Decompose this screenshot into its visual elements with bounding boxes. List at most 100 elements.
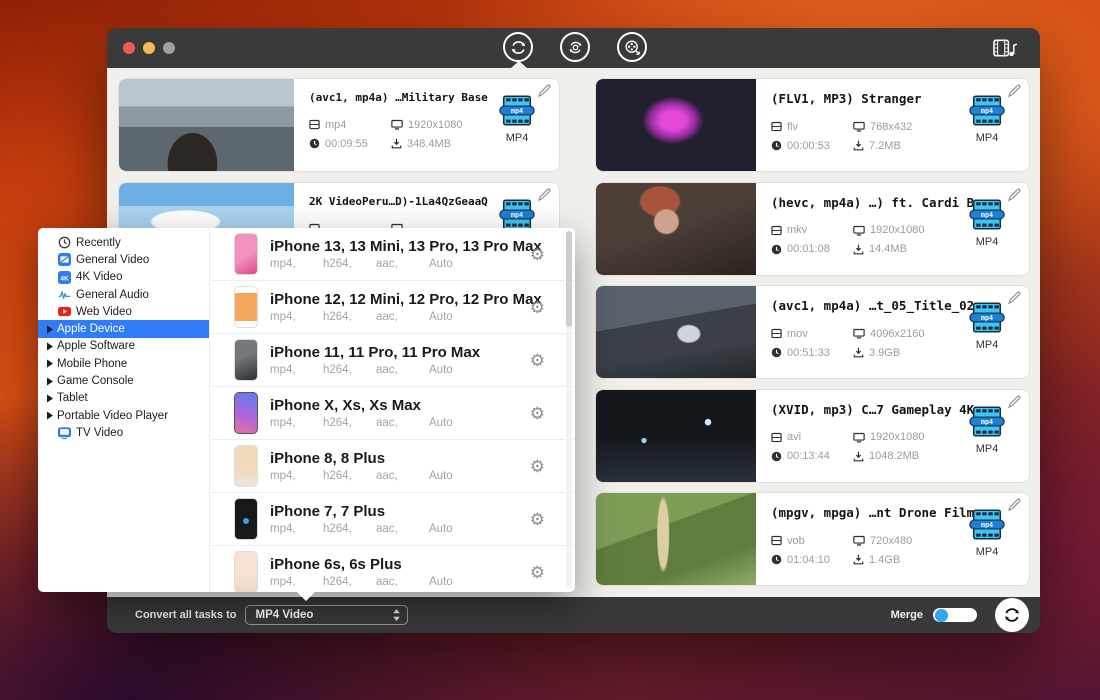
web-icon bbox=[57, 305, 71, 319]
edit-icon[interactable] bbox=[1007, 291, 1021, 310]
convert-all-label: Convert all tasks to bbox=[135, 609, 236, 621]
preset-specs: mp4,h264,aac,Auto bbox=[270, 364, 480, 376]
output-format-button[interactable]: mp4 MP4 bbox=[961, 406, 1013, 455]
category-item[interactable]: Web Video bbox=[38, 303, 209, 320]
video-task-card[interactable]: (avc1, mp4a) …t_05_Title_02 mov 4096x216… bbox=[595, 285, 1030, 379]
output-format-button[interactable]: mp4 MP4 bbox=[961, 302, 1013, 351]
category-item[interactable]: Portable Video Player bbox=[38, 407, 209, 424]
svg-text:mp4: mp4 bbox=[511, 210, 523, 218]
video-task-card[interactable]: (XVID, mp3) C…7 Gameplay 4K avi 1920x108… bbox=[595, 389, 1030, 483]
category-item[interactable]: Recently bbox=[38, 234, 209, 251]
output-format-label: MP4 bbox=[961, 546, 1013, 558]
preset-name: iPhone 13, 13 Mini, 13 Pro, 13 Pro Max bbox=[270, 238, 530, 255]
category-item[interactable]: General Audio bbox=[38, 286, 209, 303]
preset-row[interactable]: iPhone 8, 8 Plus mp4,h264,aac,Auto ⚙ bbox=[210, 440, 575, 493]
merge-toggle-knob bbox=[935, 609, 948, 622]
dropdown-stepper-icon bbox=[392, 608, 401, 622]
video-task-card[interactable]: (avc1, mp4a) …Military Base mp4 1920x108… bbox=[118, 78, 560, 172]
gear-icon[interactable]: ⚙ bbox=[530, 458, 545, 475]
output-format-button[interactable]: mp4 MP4 bbox=[961, 199, 1013, 248]
resolution-icon bbox=[853, 121, 865, 132]
media-download-tool-button[interactable] bbox=[617, 32, 647, 62]
convert-run-button[interactable] bbox=[995, 598, 1029, 632]
video-info: (mpgv, mpga) …nt Drone Film vob 720x480 … bbox=[756, 493, 1029, 585]
resolution-value: 720x480 bbox=[853, 535, 971, 547]
preset-specs: mp4,h264,aac,Auto bbox=[270, 470, 453, 482]
gear-icon[interactable]: ⚙ bbox=[530, 564, 545, 581]
preset-name: iPhone 12, 12 Mini, 12 Pro, 12 Pro Max bbox=[270, 291, 530, 308]
ripper-tool-button[interactable] bbox=[560, 32, 590, 62]
category-item[interactable]: Apple Device bbox=[38, 320, 209, 337]
video-info: (avc1, mp4a) …t_05_Title_02 mov 4096x216… bbox=[756, 286, 1029, 378]
preset-name: iPhone 8, 8 Plus bbox=[270, 450, 453, 467]
svg-text:mp4: mp4 bbox=[981, 521, 993, 529]
merge-label: Merge bbox=[891, 609, 923, 621]
resolution-icon bbox=[853, 328, 865, 339]
filesize-value: 14.4MB bbox=[853, 243, 971, 255]
output-format-button[interactable]: mp4 MP4 bbox=[961, 95, 1013, 144]
category-item[interactable]: Apple Software bbox=[38, 338, 209, 355]
video-task-card[interactable]: (mpgv, mpga) …nt Drone Film vob 720x480 … bbox=[595, 492, 1030, 586]
preset-specs: mp4,h264,aac,Auto bbox=[270, 311, 530, 323]
output-format-button[interactable]: mp4 MP4 bbox=[491, 95, 543, 144]
download-size-icon bbox=[853, 140, 864, 151]
edit-icon[interactable] bbox=[1007, 188, 1021, 207]
preset-row[interactable]: iPhone 6s, 6s Plus mp4,h264,aac,Auto ⚙ bbox=[210, 546, 575, 592]
mp4-filmstrip-icon: mp4 bbox=[498, 95, 536, 126]
edit-icon[interactable] bbox=[1007, 498, 1021, 517]
scrollbar-thumb[interactable] bbox=[566, 231, 572, 327]
minimize-button[interactable] bbox=[143, 42, 155, 54]
category-item[interactable]: TV Video bbox=[38, 424, 209, 441]
category-item[interactable]: Game Console bbox=[38, 372, 209, 389]
preset-row[interactable]: iPhone X, Xs, Xs Max mp4,h264,aac,Auto ⚙ bbox=[210, 387, 575, 440]
edit-icon[interactable] bbox=[537, 84, 551, 103]
preset-row[interactable]: iPhone 13, 13 Mini, 13 Pro, 13 Pro Max m… bbox=[210, 228, 575, 281]
output-format-dropdown[interactable]: MP4 Video bbox=[245, 605, 408, 625]
preset-name: iPhone 11, 11 Pro, 11 Pro Max bbox=[270, 344, 480, 361]
preset-row[interactable]: iPhone 11, 11 Pro, 11 Pro Max mp4,h264,a… bbox=[210, 334, 575, 387]
output-format-button[interactable]: mp4 MP4 bbox=[961, 509, 1013, 558]
edit-icon[interactable] bbox=[537, 188, 551, 207]
gear-icon[interactable]: ⚙ bbox=[530, 299, 545, 316]
category-item[interactable]: Mobile Phone bbox=[38, 355, 209, 372]
video-task-card[interactable]: (hevc, mp4a) …) ft. Cardi B mkv 1920x108… bbox=[595, 182, 1030, 276]
edit-icon[interactable] bbox=[1007, 84, 1021, 103]
preset-row[interactable]: iPhone 7, 7 Plus mp4,h264,aac,Auto ⚙ bbox=[210, 493, 575, 546]
gear-icon[interactable]: ⚙ bbox=[530, 511, 545, 528]
preset-specs: mp4,h264,aac,Auto bbox=[270, 417, 453, 429]
convert-tool-button[interactable] bbox=[503, 32, 533, 62]
output-format-label: MP4 bbox=[491, 132, 543, 144]
category-item[interactable]: Tablet bbox=[38, 390, 209, 407]
clock-icon bbox=[771, 554, 782, 565]
gear-icon[interactable]: ⚙ bbox=[530, 352, 545, 369]
svg-text:4K: 4K bbox=[60, 275, 69, 282]
video-task-card[interactable]: (FLV1, MP3) Stranger flv 768x432 00:00:5… bbox=[595, 78, 1030, 172]
preset-row[interactable]: iPhone 12, 12 Mini, 12 Pro, 12 Pro Max m… bbox=[210, 281, 575, 334]
format-value: mp4 bbox=[309, 119, 391, 131]
category-label: Web Video bbox=[76, 306, 132, 318]
mp4-filmstrip-icon: mp4 bbox=[968, 406, 1006, 437]
duration-value: 00:51:33 bbox=[771, 347, 853, 359]
svg-text:mp4: mp4 bbox=[981, 107, 993, 115]
resolution-icon bbox=[853, 535, 865, 546]
merge-toggle[interactable] bbox=[933, 608, 977, 622]
close-button[interactable] bbox=[123, 42, 135, 54]
download-size-icon bbox=[853, 244, 864, 255]
category-label: Game Console bbox=[57, 375, 134, 387]
zoom-button[interactable] bbox=[163, 42, 175, 54]
category-item[interactable]: General Video bbox=[38, 251, 209, 268]
format-value: flv bbox=[771, 121, 853, 133]
duration-value: 00:13:44 bbox=[771, 450, 853, 462]
arrow-icon bbox=[45, 391, 55, 405]
arrow-icon bbox=[45, 409, 55, 423]
clock-icon bbox=[771, 451, 782, 462]
category-label: Recently bbox=[76, 237, 121, 249]
traffic-lights bbox=[123, 42, 175, 54]
gear-icon[interactable]: ⚙ bbox=[530, 405, 545, 422]
edit-icon[interactable] bbox=[1007, 395, 1021, 414]
media-library-button[interactable] bbox=[993, 37, 1018, 64]
convert-icon bbox=[509, 38, 528, 57]
category-item[interactable]: 4K 4K Video bbox=[38, 269, 209, 286]
gear-icon[interactable]: ⚙ bbox=[530, 246, 545, 263]
phone-thumbnail bbox=[234, 498, 258, 540]
